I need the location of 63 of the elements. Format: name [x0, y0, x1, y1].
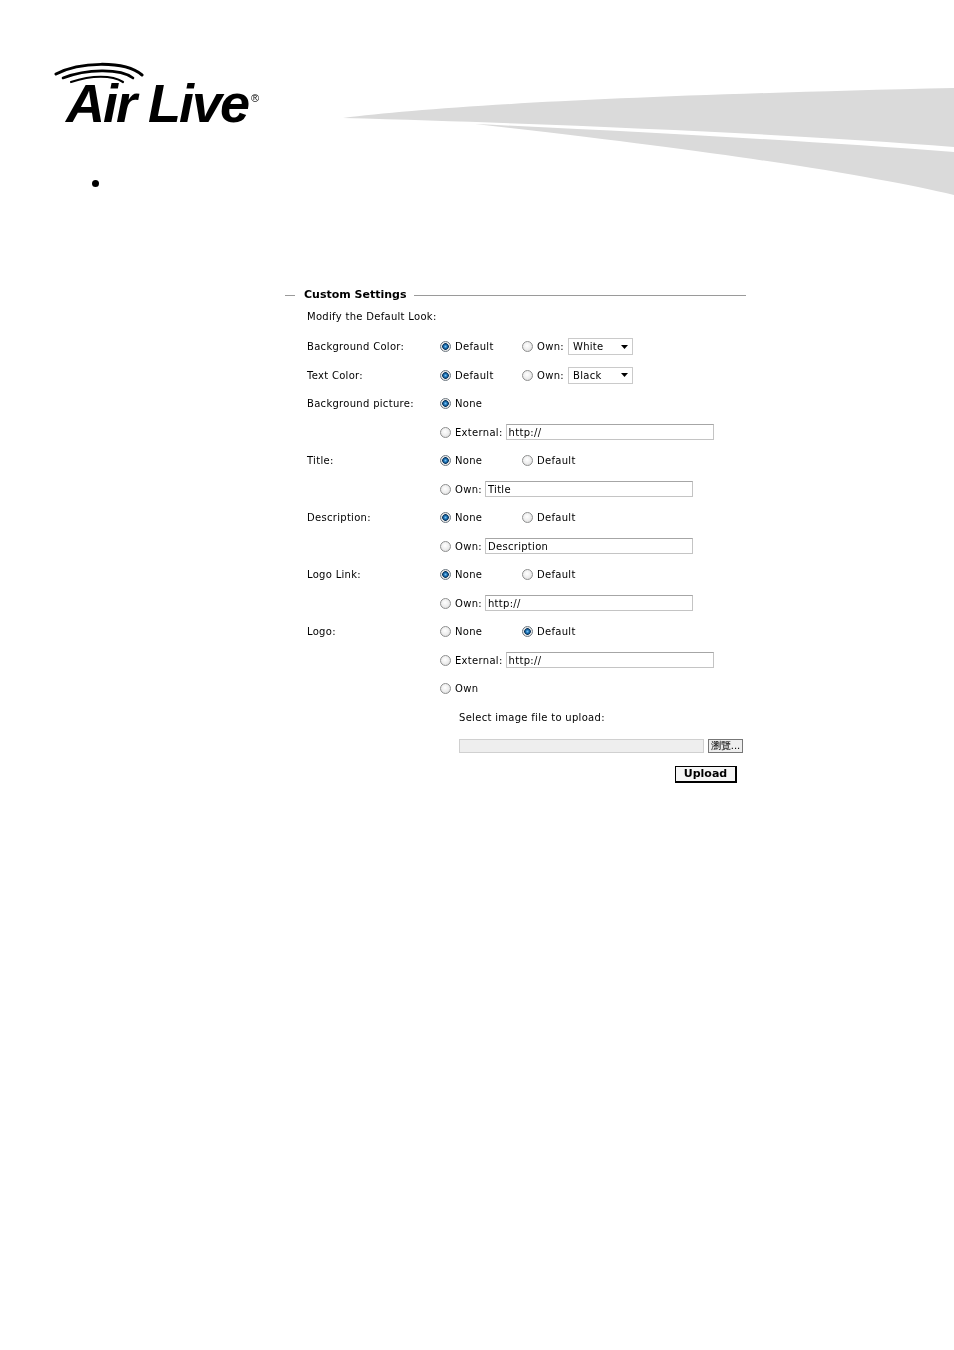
option-label[interactable]: Own: [455, 682, 479, 696]
radio-button[interactable]: [522, 455, 533, 467]
option-label[interactable]: Own:: [537, 368, 564, 382]
text-field[interactable]: Description: [484, 538, 693, 555]
option-label[interactable]: None: [455, 568, 483, 582]
dropdown[interactable]: Black: [567, 366, 633, 384]
setting-label: Text Color:: [307, 368, 363, 382]
option-label[interactable]: Own:: [455, 539, 482, 553]
setting-label: Title:: [307, 454, 334, 468]
upload-hint: Select image file to upload:: [458, 710, 605, 724]
dropdown[interactable]: White: [567, 338, 633, 356]
option-label[interactable]: None: [455, 397, 483, 411]
option-label[interactable]: External:: [455, 425, 503, 439]
radio-button[interactable]: [440, 654, 451, 666]
radio-button[interactable]: [440, 455, 451, 467]
radio-button[interactable]: [440, 597, 451, 609]
option-label[interactable]: None: [455, 454, 483, 468]
option-label[interactable]: None: [455, 625, 483, 639]
radio-button[interactable]: [522, 569, 533, 581]
option-label[interactable]: External:: [455, 653, 503, 667]
option-label[interactable]: Own:: [537, 340, 564, 354]
radio-button[interactable]: [440, 569, 451, 581]
option-label[interactable]: None: [455, 511, 483, 525]
radio-button[interactable]: [440, 341, 451, 353]
radio-button[interactable]: [522, 369, 533, 381]
radio-button[interactable]: [440, 398, 451, 410]
radio-button[interactable]: [440, 540, 451, 552]
browse-button[interactable]: 瀏覽...: [708, 738, 743, 753]
radio-button[interactable]: [440, 626, 451, 638]
option-label[interactable]: Own:: [455, 596, 482, 610]
radio-button[interactable]: [522, 512, 533, 524]
file-path-field[interactable]: [459, 738, 704, 753]
text-field[interactable]: http://: [484, 595, 693, 612]
text-field[interactable]: Title: [484, 481, 693, 498]
radio-button[interactable]: [440, 512, 451, 524]
section-title: Custom Settings: [304, 288, 407, 302]
setting-label: Logo:: [307, 625, 336, 639]
radio-button[interactable]: [440, 369, 451, 381]
intro-text: Modify the Default Look:: [307, 309, 437, 323]
text-field[interactable]: http://: [505, 652, 714, 669]
option-label[interactable]: Default: [455, 368, 494, 382]
caret-icon: [620, 344, 628, 349]
radio-button[interactable]: [440, 483, 451, 495]
text-field[interactable]: http://: [505, 424, 714, 441]
radio-button[interactable]: [522, 341, 533, 353]
setting-label: Logo Link:: [307, 568, 361, 582]
registered-mark: ®: [251, 93, 260, 104]
option-label[interactable]: Default: [537, 511, 576, 525]
option-label[interactable]: Own:: [455, 482, 482, 496]
setting-label: Background picture:: [307, 397, 414, 411]
option-label[interactable]: Default: [537, 454, 576, 468]
caret-icon: [620, 373, 628, 378]
upload-button[interactable]: Upload: [675, 765, 737, 783]
setting-label: Description:: [307, 511, 371, 525]
setting-label: Background Color:: [307, 340, 405, 354]
radio-button[interactable]: [522, 626, 533, 638]
radio-button[interactable]: [440, 426, 451, 438]
option-label[interactable]: Default: [537, 568, 576, 582]
bullet-icon: [92, 180, 99, 187]
option-label[interactable]: Default: [537, 625, 576, 639]
radio-button[interactable]: [440, 683, 451, 695]
logo-text: Air Live: [66, 81, 249, 125]
option-label[interactable]: Default: [455, 340, 494, 354]
